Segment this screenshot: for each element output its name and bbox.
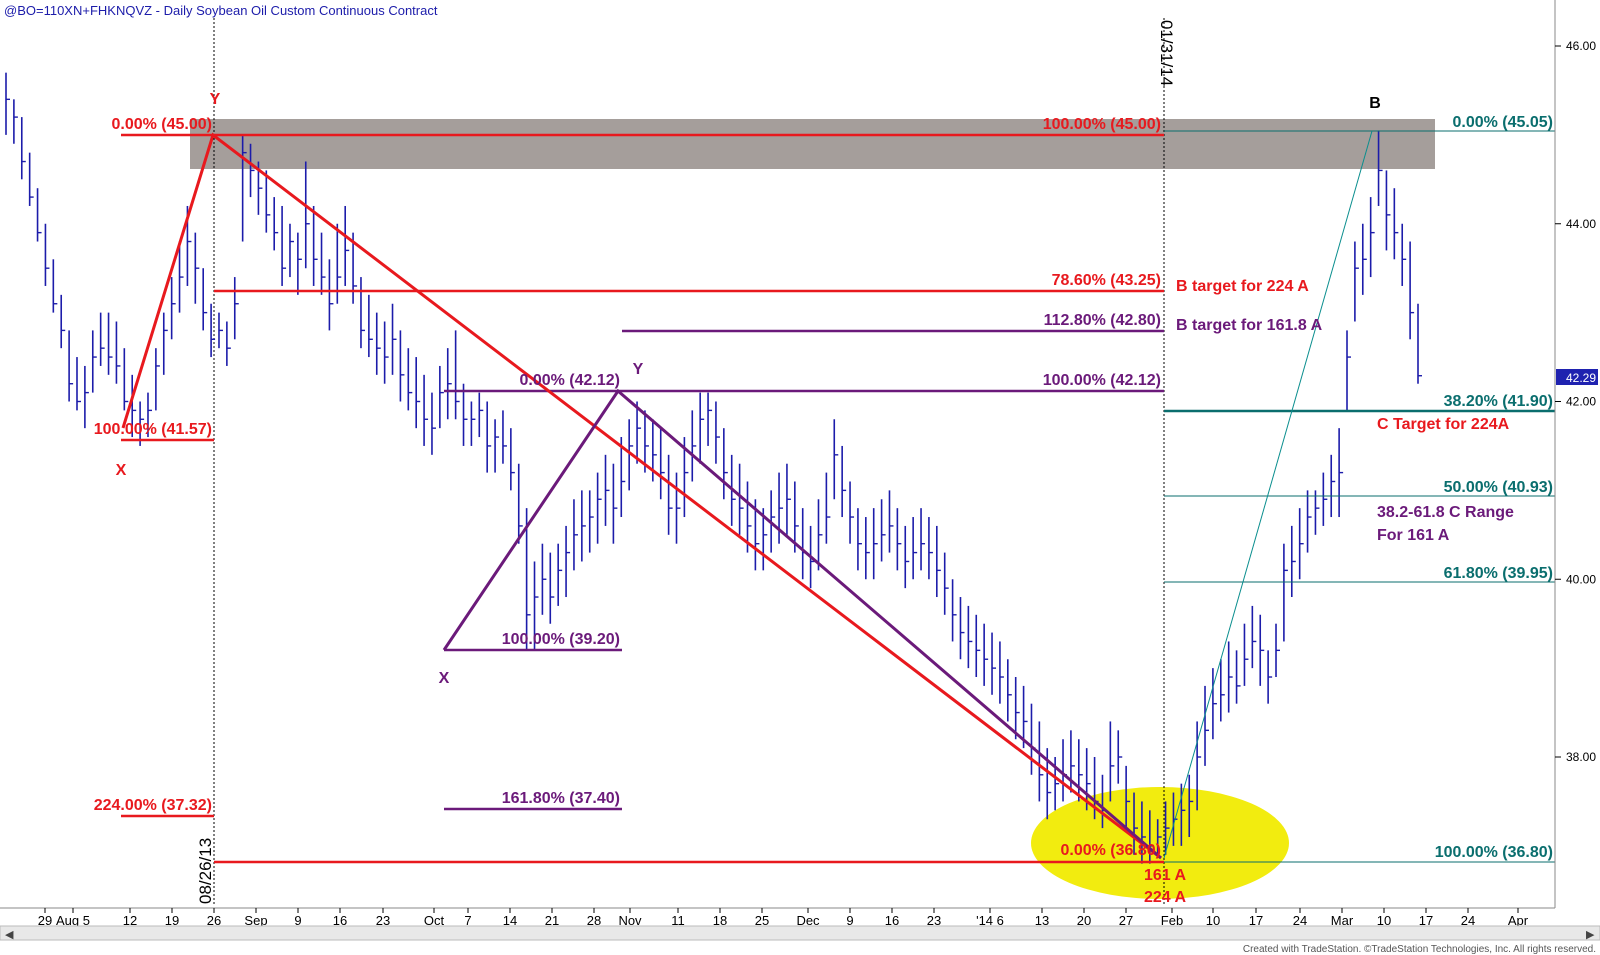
scroll-right-icon[interactable]: ▶ bbox=[1586, 929, 1595, 941]
scrollbar-track[interactable] bbox=[0, 925, 1600, 941]
fib-label: 161.80% (37.40) bbox=[502, 790, 620, 807]
fib-label: 0.00% (42.12) bbox=[519, 372, 620, 389]
point-label: 161 A bbox=[1144, 867, 1187, 884]
annotation: C Target for 224A bbox=[1377, 416, 1510, 433]
annotation: B target for 224 A bbox=[1176, 278, 1309, 295]
fib-label: 0.00% (36.80) bbox=[1060, 842, 1161, 859]
fib-label: 0.00% (45.00) bbox=[111, 116, 212, 133]
fib-label: 100.00% (41.57) bbox=[94, 421, 212, 438]
pivot-label: Y bbox=[210, 91, 221, 108]
y-tick-label: 40.00 bbox=[1566, 572, 1596, 586]
fib-label: 50.00% (40.93) bbox=[1444, 479, 1553, 496]
fib-label: 100.00% (39.20) bbox=[502, 631, 620, 648]
price-chart: 08/26/13 01/31/14 0.00% (45.00) 100.00% … bbox=[0, 0, 1600, 955]
vertical-marker-label-2: 01/31/14 bbox=[1157, 20, 1176, 86]
point-label: 224 A bbox=[1144, 889, 1187, 906]
footer-credit: Created with TradeStation. ©TradeStation… bbox=[1243, 944, 1596, 955]
pivot-label: X bbox=[116, 462, 127, 479]
fib-label: 100.00% (42.12) bbox=[1043, 372, 1161, 389]
fib-label: 78.60% (43.25) bbox=[1052, 272, 1161, 289]
y-tick-label: 42.00 bbox=[1566, 395, 1596, 409]
fib-label: 61.80% (39.95) bbox=[1444, 565, 1553, 582]
price-axis-panel bbox=[1555, 0, 1600, 940]
pivot-label: Y bbox=[633, 361, 644, 378]
annotation: B target for 161.8 A bbox=[1176, 317, 1323, 334]
annotation: 38.2-61.8 C Range bbox=[1377, 504, 1514, 521]
scroll-left-icon[interactable]: ◀ bbox=[5, 929, 14, 941]
resistance-zone bbox=[190, 119, 1435, 169]
y-tick-label: 38.00 bbox=[1566, 750, 1596, 764]
pivot-label: X bbox=[439, 670, 450, 687]
vertical-marker-label-1: 08/26/13 bbox=[196, 838, 215, 904]
fib-label: 38.20% (41.90) bbox=[1444, 393, 1553, 410]
fib-label: 0.00% (45.05) bbox=[1452, 114, 1553, 131]
pivot-label: B bbox=[1369, 95, 1381, 112]
annotation: For 161 A bbox=[1377, 527, 1450, 544]
fib-label: 100.00% (45.00) bbox=[1043, 116, 1161, 133]
fib-label: 100.00% (36.80) bbox=[1435, 844, 1553, 861]
fib-label: 112.80% (42.80) bbox=[1044, 312, 1161, 329]
y-tick-label: 44.00 bbox=[1566, 217, 1596, 231]
y-tick-label: 46.00 bbox=[1566, 39, 1596, 53]
chart-title: @BO=110XN+FHKNQVZ - Daily Soybean Oil Cu… bbox=[4, 3, 438, 18]
last-price: 42.29 bbox=[1566, 371, 1596, 385]
fib-label: 224.00% (37.32) bbox=[94, 797, 212, 814]
